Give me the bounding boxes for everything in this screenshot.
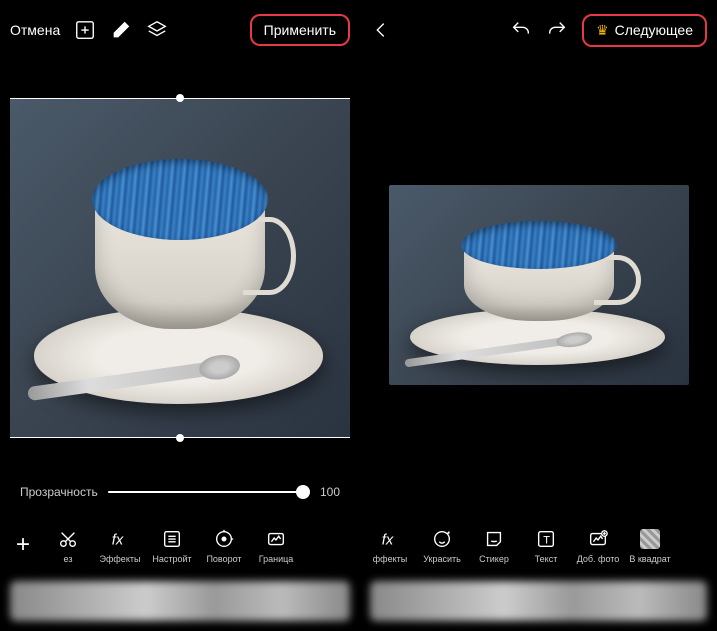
tool-label: Стикер [479, 554, 509, 564]
tool-text[interactable]: T Текст [524, 527, 568, 564]
svg-text:fx: fx [112, 532, 124, 548]
tool-sticker[interactable]: Стикер [472, 527, 516, 564]
svg-text:fx: fx [382, 532, 394, 548]
right-pane: ♛ Следующее fx ффекты [360, 0, 717, 631]
left-canvas-area [0, 60, 360, 475]
tool-label: Настройт [152, 554, 191, 564]
undo-icon[interactable] [510, 19, 532, 41]
tool-label: Текст [535, 554, 558, 564]
left-bottombar: + ез fx Эффекты Настройт Поворот Граница [0, 509, 360, 581]
next-label: Следующее [615, 22, 693, 38]
back-icon[interactable] [370, 19, 392, 41]
next-button[interactable]: ♛ Следующее [582, 14, 707, 47]
tool-effects-r[interactable]: fx ффекты [368, 527, 412, 564]
right-bottombar: fx ффекты Украсить Стикер T Текст Доб. ф… [360, 509, 717, 581]
image-preview [389, 185, 689, 385]
add-tool[interactable]: + [8, 531, 38, 559]
layers-icon[interactable] [146, 19, 168, 41]
tool-label: Украсить [423, 554, 461, 564]
add-icon[interactable] [74, 19, 96, 41]
opacity-row: Прозрачность 100 [0, 475, 360, 509]
thumbnail-strip-blur [10, 581, 350, 621]
cancel-button[interactable]: Отмена [10, 22, 60, 38]
redo-icon[interactable] [546, 19, 568, 41]
tool-effects[interactable]: fx Эффекты [98, 527, 142, 564]
tool-beautify[interactable]: Украсить [420, 527, 464, 564]
left-topbar: Отмена Применить [0, 0, 360, 60]
tool-label: В квадрат [629, 554, 670, 564]
image-preview [10, 98, 350, 438]
svg-text:T: T [543, 534, 550, 546]
apply-button[interactable]: Применить [250, 14, 350, 46]
tool-label: ффекты [373, 554, 407, 564]
result-canvas[interactable] [389, 185, 689, 385]
opacity-label: Прозрачность [20, 485, 98, 499]
tool-rotate[interactable]: Поворот [202, 527, 246, 564]
tool-border[interactable]: Граница [254, 527, 298, 564]
right-topbar: ♛ Следующее [360, 0, 717, 60]
tool-label: Эффекты [100, 554, 141, 564]
thumbnail-strip-blur [370, 581, 707, 621]
crown-icon: ♛ [596, 22, 609, 39]
opacity-value: 100 [320, 485, 340, 499]
tool-add-photo[interactable]: Доб. фото [576, 527, 620, 564]
eraser-icon[interactable] [110, 19, 132, 41]
edit-canvas[interactable] [10, 98, 350, 438]
tool-label: Поворот [206, 554, 241, 564]
tool-label: ез [64, 554, 73, 564]
tool-label: Граница [259, 554, 294, 564]
slider-knob[interactable] [296, 485, 310, 499]
tool-square[interactable]: В квадрат [628, 527, 672, 564]
left-pane: Отмена Применить [0, 0, 360, 631]
tool-adjust[interactable]: Настройт [150, 527, 194, 564]
tool-cut[interactable]: ез [46, 527, 90, 564]
right-canvas-area [360, 60, 717, 509]
app-root: Отмена Применить [0, 0, 717, 631]
tool-label: Доб. фото [577, 554, 620, 564]
opacity-slider[interactable] [108, 491, 310, 493]
